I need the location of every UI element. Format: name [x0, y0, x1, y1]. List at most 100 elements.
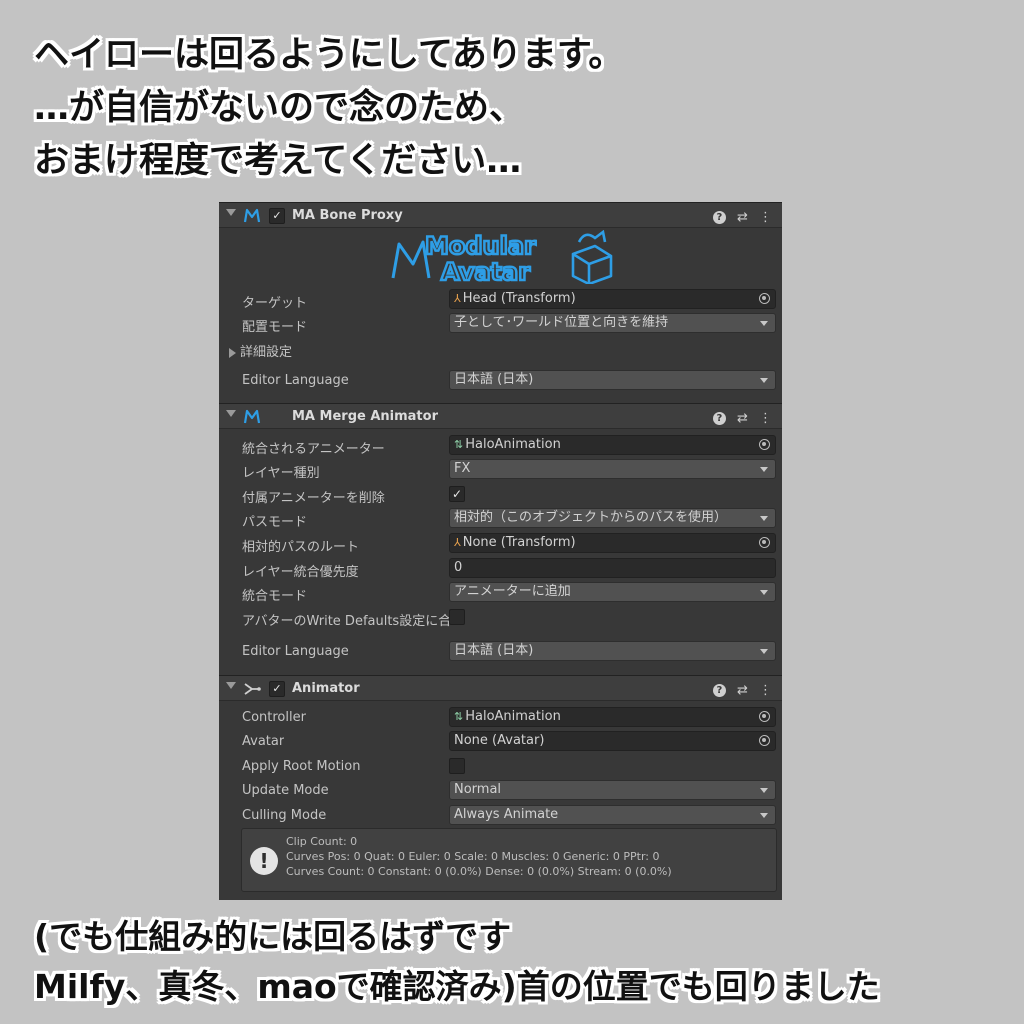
- relative-root-object-field[interactable]: ⅄ None (Transform): [449, 533, 776, 553]
- merge-mode-label: 統合モード: [242, 589, 308, 604]
- write-defaults-checkbox[interactable]: [449, 609, 465, 625]
- row-controller: Controller ⇅ HaloAnimation: [219, 707, 782, 729]
- foldout-arrow-icon[interactable]: [226, 682, 236, 689]
- target-label: ターゲット: [242, 296, 308, 311]
- enable-checkbox[interactable]: ✓: [269, 681, 285, 697]
- row-layer-type: レイヤー種別 FX: [219, 459, 782, 481]
- update-mode-dropdown[interactable]: Normal: [449, 780, 776, 800]
- controller-object-field[interactable]: ⇅ HaloAnimation: [449, 707, 776, 727]
- row-advanced-settings[interactable]: 詳細設定: [219, 338, 782, 360]
- layer-priority-label: レイヤー統合優先度: [242, 565, 359, 580]
- root-motion-checkbox[interactable]: [449, 758, 465, 774]
- avatar-label: Avatar: [242, 734, 285, 749]
- foldout-arrow-icon[interactable]: [226, 410, 236, 417]
- component-title: MA Merge Animator: [292, 409, 438, 424]
- modular-avatar-icon: [243, 208, 261, 223]
- logo-text-2: Avatar: [441, 258, 530, 284]
- component-header-animator[interactable]: ✓ Animator ? ⇄ ⋮: [219, 675, 782, 701]
- presets-icon[interactable]: ⇄: [737, 683, 748, 698]
- more-options-icon[interactable]: ⋮: [759, 683, 772, 698]
- placement-dropdown[interactable]: 子として･ワールド位置と向きを維持: [449, 313, 776, 333]
- chevron-down-icon: [760, 590, 768, 595]
- language-label: Editor Language: [242, 644, 349, 659]
- info-line: Curves Count: 0 Constant: 0 (0.0%) Dense…: [286, 865, 672, 878]
- chevron-down-icon: [760, 788, 768, 793]
- animator-object-field[interactable]: ⇅ HaloAnimation: [449, 435, 776, 455]
- language-dropdown[interactable]: 日本語 (日本): [449, 370, 776, 390]
- animator-info-box: ! Clip Count: 0 Curves Pos: 0 Quat: 0 Eu…: [241, 828, 777, 892]
- delete-attached-checkbox[interactable]: ✓: [449, 486, 465, 502]
- header-actions: ? ⇄ ⋮: [707, 207, 772, 226]
- culling-mode-value: Always Animate: [454, 807, 559, 822]
- modular-avatar-icon: [243, 409, 261, 424]
- component-title: MA Bone Proxy: [292, 208, 403, 223]
- layer-priority-input[interactable]: 0: [449, 558, 776, 578]
- row-culling-mode: Culling Mode Always Animate: [219, 805, 782, 827]
- enable-checkbox[interactable]: ✓: [269, 208, 285, 224]
- merge-mode-dropdown[interactable]: アニメーターに追加: [449, 582, 776, 602]
- object-picker-icon[interactable]: [759, 711, 770, 722]
- component-title: Animator: [292, 681, 360, 696]
- controller-value: HaloAnimation: [465, 709, 561, 724]
- help-icon[interactable]: ?: [712, 412, 726, 425]
- info-text: Clip Count: 0 Curves Pos: 0 Quat: 0 Eule…: [286, 834, 672, 879]
- animator-label: 統合されるアニメーター: [242, 442, 385, 457]
- transform-icon: ⅄: [454, 292, 461, 305]
- more-options-icon[interactable]: ⋮: [759, 411, 772, 426]
- component-header-merge-animator[interactable]: MA Merge Animator ? ⇄ ⋮: [219, 403, 782, 429]
- animator-controller-icon: ⇅: [454, 438, 464, 451]
- row-editor-language: Editor Language 日本語 (日本): [219, 641, 782, 663]
- row-placement-mode: 配置モード 子として･ワールド位置と向きを維持: [219, 313, 782, 335]
- inspector-panel: ✓ MA Bone Proxy ? ⇄ ⋮ Modular Avatar ターゲ…: [219, 202, 782, 900]
- help-icon[interactable]: ?: [712, 211, 726, 224]
- row-write-defaults: アバターのWrite Defaults設定に合: [219, 607, 782, 629]
- help-icon[interactable]: ?: [712, 684, 726, 697]
- presets-icon[interactable]: ⇄: [737, 210, 748, 225]
- language-label: Editor Language: [242, 373, 349, 388]
- header-actions: ? ⇄ ⋮: [707, 680, 772, 699]
- row-target: ターゲット ⅄ Head (Transform): [219, 289, 782, 311]
- header-actions: ? ⇄ ⋮: [707, 408, 772, 427]
- row-merge-mode: 統合モード アニメーターに追加: [219, 582, 782, 604]
- modular-avatar-logo: Modular Avatar: [391, 230, 613, 284]
- row-relative-root: 相対的パスのルート ⅄ None (Transform): [219, 533, 782, 555]
- delete-attached-label: 付属アニメーターを削除: [242, 491, 385, 506]
- row-layer-priority: レイヤー統合優先度 0: [219, 558, 782, 580]
- language-dropdown[interactable]: 日本語 (日本): [449, 641, 776, 661]
- placement-label: 配置モード: [242, 320, 308, 335]
- more-options-icon[interactable]: ⋮: [759, 210, 772, 225]
- presets-icon[interactable]: ⇄: [737, 411, 748, 426]
- target-object-field[interactable]: ⅄ Head (Transform): [449, 289, 776, 309]
- row-avatar: Avatar None (Avatar): [219, 731, 782, 753]
- row-delete-attached: 付属アニメーターを削除 ✓: [219, 484, 782, 506]
- culling-mode-label: Culling Mode: [242, 808, 327, 823]
- merge-mode-value: アニメーターに追加: [454, 584, 571, 599]
- placement-value: 子として･ワールド位置と向きを維持: [454, 315, 669, 330]
- object-picker-icon[interactable]: [759, 439, 770, 450]
- relative-root-value: None (Transform): [462, 535, 576, 550]
- chevron-down-icon: [760, 467, 768, 472]
- relative-root-label: 相対的パスのルート: [242, 540, 360, 555]
- info-line: Curves Pos: 0 Quat: 0 Euler: 0 Scale: 0 …: [286, 850, 660, 863]
- caption-line-1: ヘイローは回るようにしてあります。: [34, 35, 624, 75]
- culling-mode-dropdown[interactable]: Always Animate: [449, 805, 776, 825]
- caption-line-5: Milfy、真冬、maoで確認済み)首の位置でも回りました: [34, 967, 880, 1006]
- path-mode-dropdown[interactable]: 相対的（このオブジェクトからのパスを使用）: [449, 508, 776, 528]
- animator-value: HaloAnimation: [465, 437, 561, 452]
- foldout-arrow-icon[interactable]: [226, 209, 236, 216]
- avatar-object-field[interactable]: None (Avatar): [449, 731, 776, 751]
- object-picker-icon[interactable]: [759, 293, 770, 304]
- layer-type-dropdown[interactable]: FX: [449, 459, 776, 479]
- component-header-bone-proxy[interactable]: ✓ MA Bone Proxy ? ⇄ ⋮: [219, 202, 782, 228]
- row-path-mode: パスモード 相対的（このオブジェクトからのパスを使用）: [219, 508, 782, 530]
- caption-line-2: …が自信がないので念のため、: [34, 88, 525, 128]
- language-value: 日本語 (日本): [454, 643, 534, 658]
- update-mode-label: Update Mode: [242, 783, 329, 798]
- info-icon: !: [250, 847, 278, 875]
- caption-line-4: (でも仕組み的には回るはずです: [34, 917, 512, 956]
- object-picker-icon[interactable]: [759, 537, 770, 548]
- root-motion-label: Apply Root Motion: [242, 759, 361, 774]
- advanced-settings-foldout[interactable]: 詳細設定: [229, 341, 292, 360]
- chevron-down-icon: [760, 321, 768, 326]
- object-picker-icon[interactable]: [759, 735, 770, 746]
